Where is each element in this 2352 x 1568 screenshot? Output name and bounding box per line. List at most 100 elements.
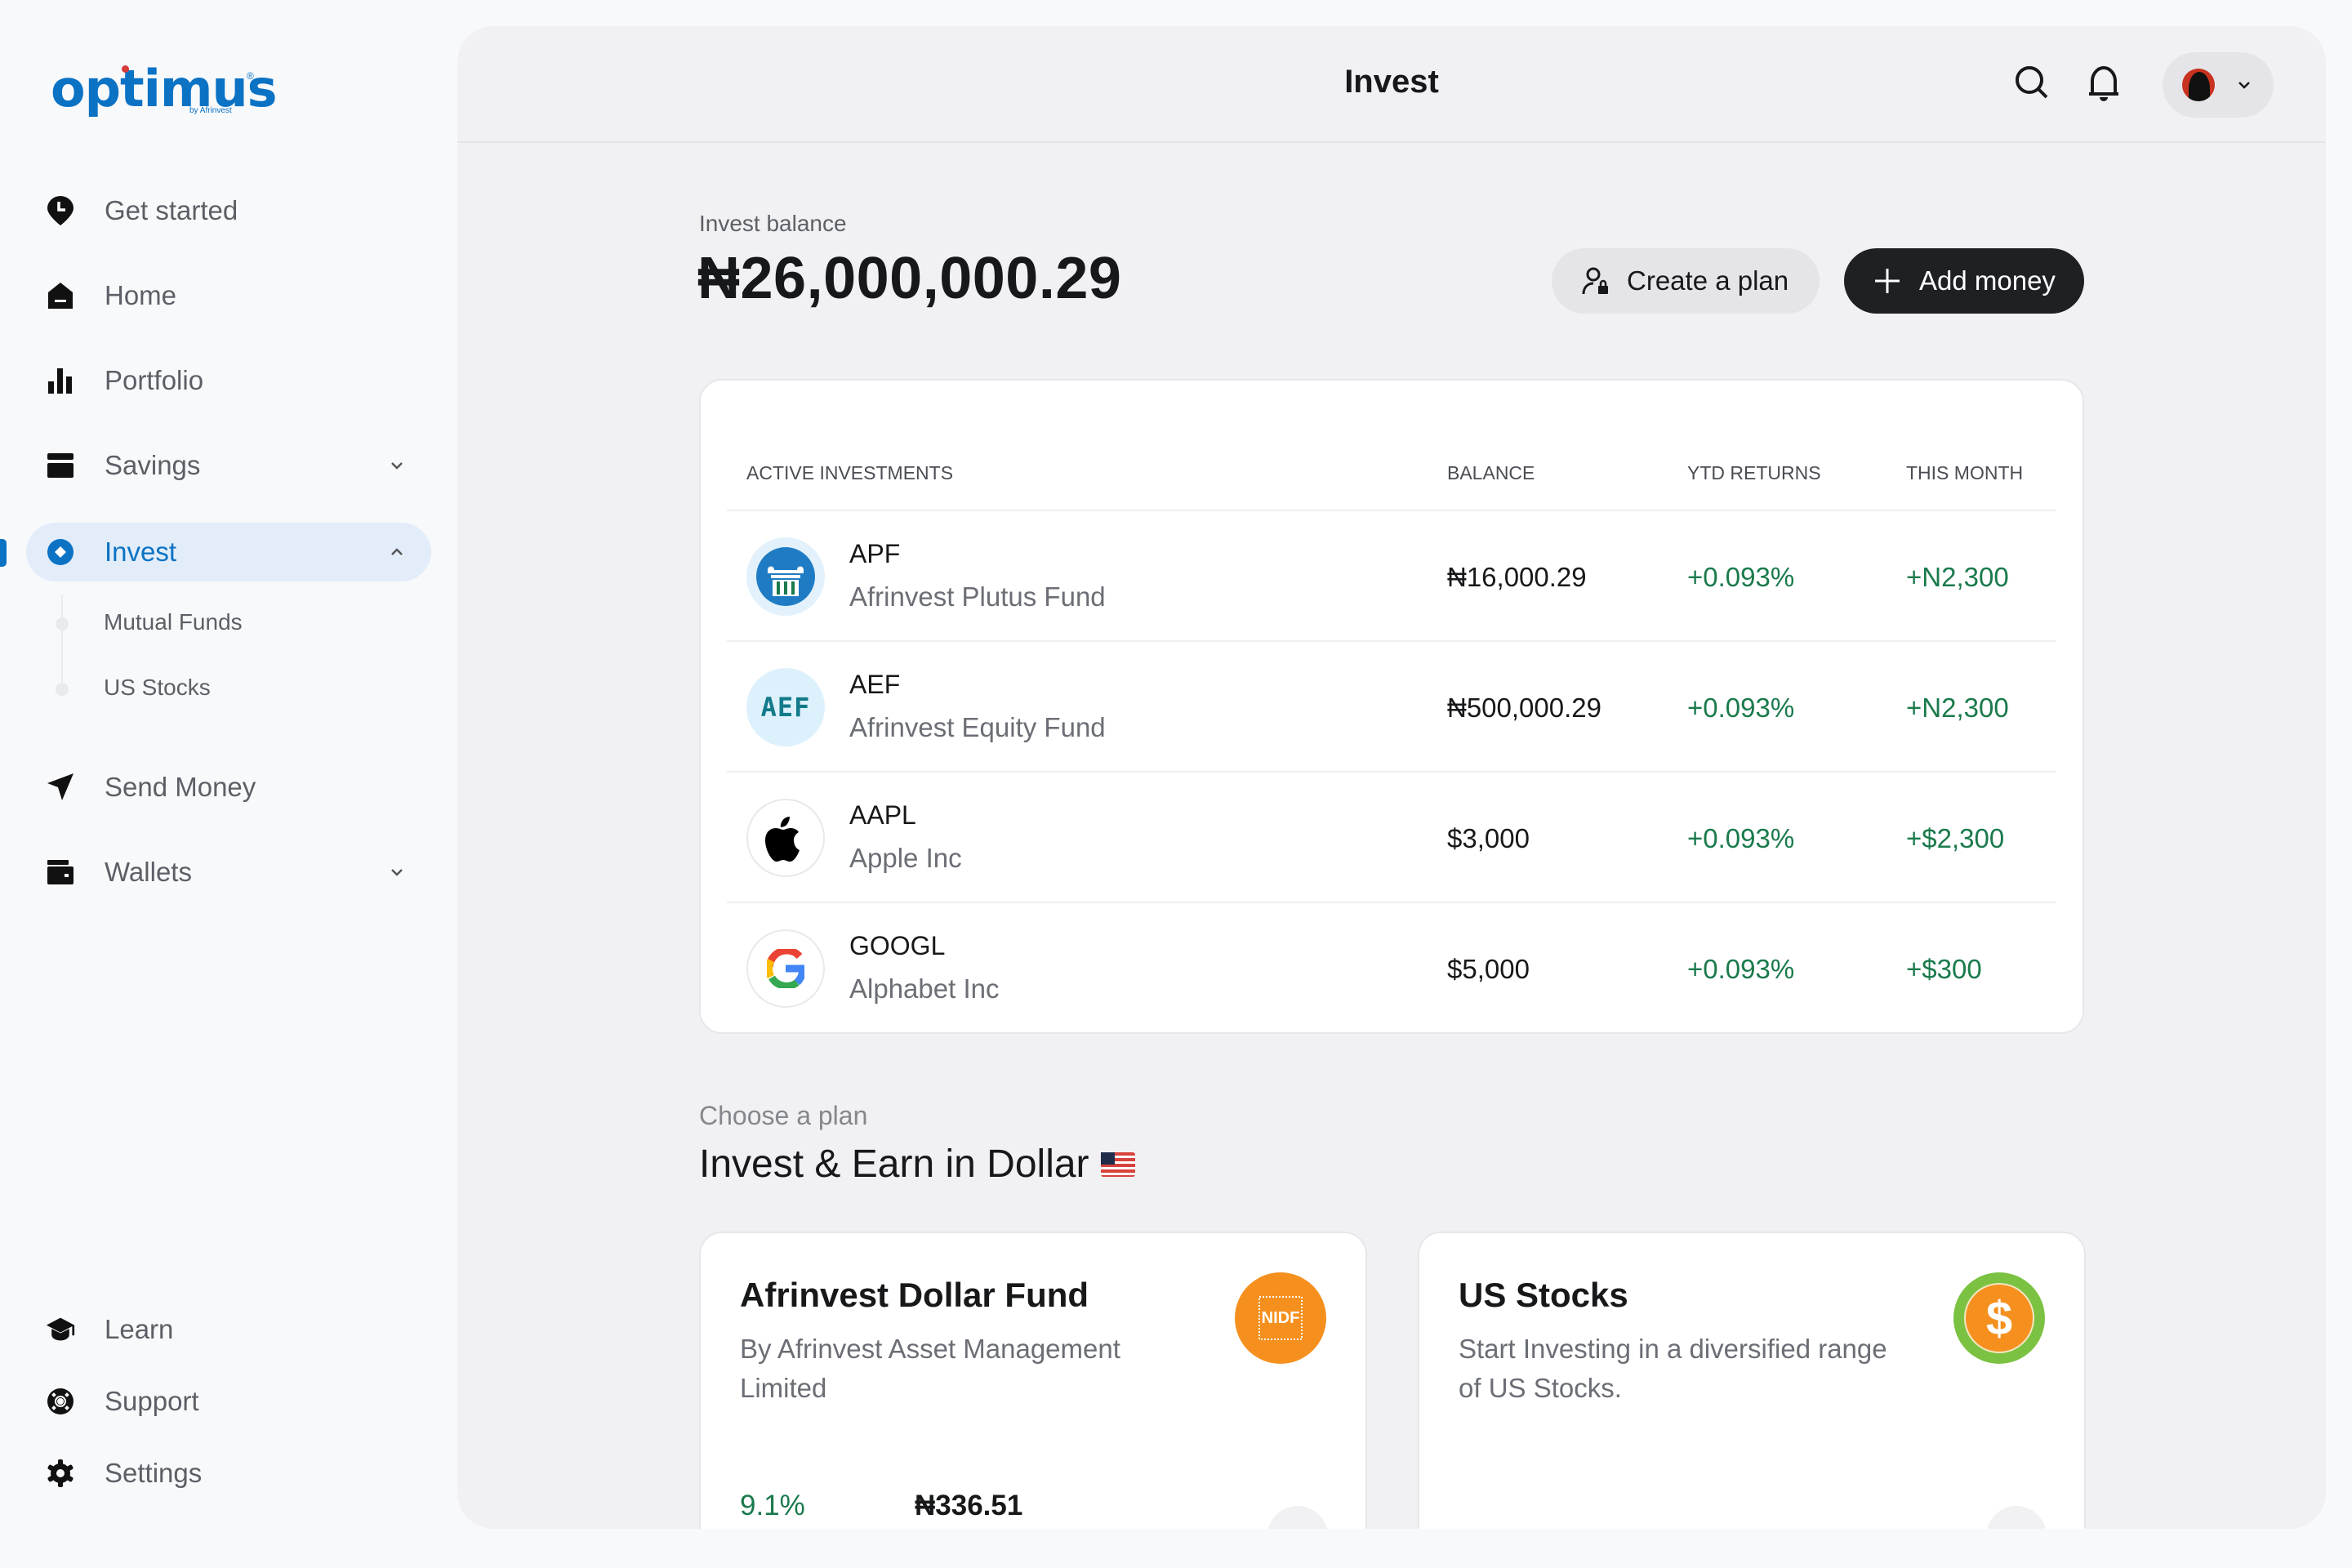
nidf-logo-icon: NIDF <box>1235 1272 1326 1364</box>
apf-logo-icon <box>746 537 825 616</box>
top-bar: Invest <box>457 26 2326 143</box>
ticker: APF <box>849 539 901 568</box>
active-indicator <box>0 539 7 567</box>
balance-cell: ₦500,000.29 <box>1447 693 1601 723</box>
open-plan-button[interactable] <box>1267 1506 1328 1529</box>
submenu-dot <box>56 683 69 696</box>
column-header-investments: ACTIVE INVESTMENTS <box>746 462 954 483</box>
bell-icon[interactable] <box>2084 63 2123 102</box>
this-month-cell: +$2,300 <box>1906 823 2005 853</box>
submenu-dot <box>56 617 69 630</box>
chevron-down-icon[interactable] <box>385 454 408 477</box>
balance-label: Invest balance <box>699 211 847 236</box>
chevron-right-icon <box>1288 1526 1307 1529</box>
ticker: AAPL <box>849 800 916 830</box>
balance-cell: $3,000 <box>1447 823 1530 853</box>
table-row[interactable]: AAPL Apple Inc $3,000 +0.093% +$2,300 <box>727 773 2056 903</box>
aef-logo-text: AEF <box>760 692 811 723</box>
plan-description: Start Investing in a diversified range o… <box>1459 1334 1887 1403</box>
table-row[interactable]: APF Afrinvest Plutus Fund ₦16,000.29 +0.… <box>727 511 2056 642</box>
fund-name: Afrinvest Equity Fund <box>849 712 1106 742</box>
logo-dot <box>122 65 129 73</box>
add-money-label: Add money <box>1919 265 2056 296</box>
create-plan-label: Create a plan <box>1627 265 1789 296</box>
fund-name: Afrinvest Plutus Fund <box>849 581 1106 612</box>
svg-text:NIDF: NIDF <box>1262 1309 1300 1327</box>
fund-name: Alphabet Inc <box>849 973 1000 1004</box>
ytd-returns-cell: +0.093% <box>1687 823 1795 853</box>
chevron-down-icon <box>2238 82 2250 89</box>
plans-title-text: Invest & Earn in Dollar <box>699 1143 1089 1186</box>
sidebar-item-label: Learn <box>105 1314 174 1344</box>
apple-logo-icon <box>746 799 825 877</box>
ytd-returns-cell: +0.093% <box>1687 954 1795 984</box>
submenu-item-us-stocks[interactable]: US Stocks <box>104 675 211 701</box>
this-month-cell: +N2,300 <box>1906 693 2009 723</box>
submenu-line <box>61 595 63 693</box>
profile-menu[interactable] <box>2163 52 2274 118</box>
location-clock-icon <box>46 196 75 225</box>
plan-unit-price: ₦336.51 <box>915 1490 1023 1521</box>
optimus-logo[interactable]: optimus ® by Afrinvest <box>51 64 278 129</box>
plan-title: US Stocks <box>1459 1276 1628 1314</box>
send-icon <box>46 773 75 802</box>
sidebar-item-label: Wallets <box>105 857 192 887</box>
sidebar-item-savings[interactable]: Savings <box>26 436 431 495</box>
add-money-button[interactable]: Add money <box>1844 248 2084 314</box>
gear-icon <box>46 1459 75 1488</box>
sidebar-item-label: Send Money <box>105 772 256 802</box>
bar-chart-icon <box>46 366 75 395</box>
ytd-returns-cell: +0.093% <box>1687 562 1795 592</box>
column-header-ytd-returns: YTD RETURNS <box>1687 462 1821 483</box>
sidebar-item-home[interactable]: Home <box>26 266 431 325</box>
create-plan-button[interactable]: Create a plan <box>1552 248 1820 314</box>
sidebar-item-label: Savings <box>105 450 201 480</box>
balance-value: ₦26,000,000.29 <box>697 246 1122 311</box>
choose-plan-eyebrow: Choose a plan <box>699 1101 868 1130</box>
aef-logo-icon: AEF <box>746 668 825 746</box>
graduation-cap-icon <box>46 1315 75 1344</box>
sidebar-item-label: Settings <box>105 1458 203 1488</box>
invest-icon <box>46 537 75 567</box>
plan-title: Afrinvest Dollar Fund <box>740 1276 1089 1314</box>
table-row[interactable]: AEF AEF Afrinvest Equity Fund ₦500,000.2… <box>727 642 2056 773</box>
this-month-cell: +N2,300 <box>1906 562 2009 592</box>
user-lock-icon <box>1582 267 1608 295</box>
main-panel: Invest Invest balance ₦26,000,000.29 Cre… <box>457 26 2326 1529</box>
sidebar-item-support[interactable]: Support <box>26 1372 431 1431</box>
card-icon <box>46 451 75 480</box>
sidebar-item-wallets[interactable]: Wallets <box>26 843 431 902</box>
registered-mark: ® <box>247 70 254 82</box>
chevron-down-icon[interactable] <box>385 861 408 884</box>
sidebar-item-label: Support <box>105 1386 199 1416</box>
column-header-this-month: THIS MONTH <box>1906 462 2024 483</box>
sidebar-item-get-started[interactable]: Get started <box>26 181 431 240</box>
submenu-item-mutual-funds[interactable]: Mutual Funds <box>104 609 243 635</box>
sidebar-item-invest[interactable]: Invest <box>26 523 431 581</box>
plan-card-us-stocks[interactable]: US Stocks Start Investing in a diversifi… <box>1418 1232 2086 1529</box>
plan-return-rate: 9.1% <box>740 1490 805 1521</box>
sidebar-item-label: Invest <box>105 537 177 567</box>
table-row[interactable]: GOOGL Alphabet Inc $5,000 +0.093% +$300 <box>727 903 2056 1026</box>
chevron-up-icon[interactable] <box>385 541 408 564</box>
sidebar-item-settings[interactable]: Settings <box>26 1444 431 1503</box>
plus-icon <box>1875 269 1900 293</box>
sidebar-item-label: Home <box>105 280 177 310</box>
plans-section-title: Invest & Earn in Dollar <box>699 1142 1135 1187</box>
sidebar-item-label: Portfolio <box>105 365 204 395</box>
sidebar-item-portfolio[interactable]: Portfolio <box>26 351 431 410</box>
sidebar-item-send-money[interactable]: Send Money <box>26 758 431 817</box>
fund-name: Apple Inc <box>849 843 962 873</box>
home-icon <box>46 281 75 310</box>
column-header-balance: BALANCE <box>1447 462 1535 483</box>
search-icon[interactable] <box>2012 63 2051 102</box>
plan-card-dollar-fund[interactable]: Afrinvest Dollar Fund By Afrinvest Asset… <box>699 1232 1367 1529</box>
balance-cell: ₦16,000.29 <box>1447 562 1587 592</box>
us-flag-icon <box>1100 1152 1135 1177</box>
balance-cell: $5,000 <box>1447 954 1530 984</box>
lifebuoy-icon <box>46 1387 75 1416</box>
open-plan-button[interactable] <box>1986 1506 2047 1529</box>
sidebar-item-learn[interactable]: Learn <box>26 1300 431 1359</box>
ticker: AEF <box>849 670 901 699</box>
avatar <box>2182 69 2215 101</box>
